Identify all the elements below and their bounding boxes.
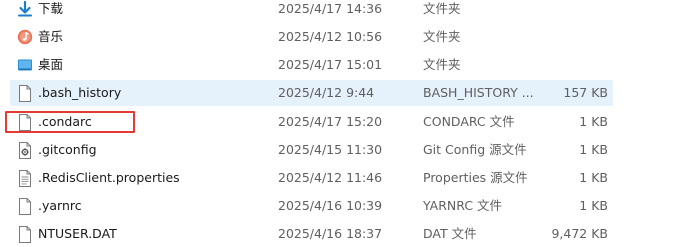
file-date: 2025/4/15 11:30	[278, 142, 383, 157]
file-date: 2025/4/12 9:44	[278, 85, 375, 100]
file-type: CONDARC 文件	[423, 114, 515, 129]
file-date: 2025/4/17 15:01	[278, 57, 383, 72]
file-size: 1 KB	[579, 142, 608, 157]
file-name: .gitconfig	[38, 142, 97, 157]
list-item-ntuser-dat[interactable]: NTUSER.DAT 2025/4/16 18:37 DAT 文件 9,472 …	[10, 221, 613, 247]
file-type: 文件夹	[423, 29, 461, 44]
file-date: 2025/4/17 15:20	[278, 114, 383, 129]
file-type: YARNRC 文件	[423, 198, 503, 213]
file-name: 下载	[38, 1, 64, 16]
list-item-condarc[interactable]: .condarc 2025/4/17 15:20 CONDARC 文件 1 KB	[10, 109, 613, 135]
file-size: 1 KB	[579, 170, 608, 185]
gear-file-icon	[16, 137, 34, 163]
file-name: NTUSER.DAT	[38, 226, 117, 241]
list-item-music[interactable]: 音乐 2025/4/12 10:56 文件夹	[10, 24, 613, 50]
file-icon	[16, 221, 34, 247]
file-size: 1 KB	[579, 198, 608, 213]
file-size: 157 KB	[563, 85, 608, 100]
file-date: 2025/4/12 11:46	[278, 170, 383, 185]
list-item-yarnrc[interactable]: .yarnrc 2025/4/16 10:39 YARNRC 文件 1 KB	[10, 193, 613, 219]
file-type: Git Config 源文件	[423, 142, 527, 157]
file-size: 9,472 KB	[551, 226, 608, 241]
file-size	[543, 0, 608, 22]
file-date: 2025/4/12 10:56	[278, 29, 383, 44]
desktop-folder-icon	[16, 52, 34, 78]
file-size	[543, 24, 608, 50]
list-item-gitconfig[interactable]: .gitconfig 2025/4/15 11:30 Git Config 源文…	[10, 137, 613, 163]
file-icon	[16, 109, 34, 135]
file-date: 2025/4/16 10:39	[278, 198, 383, 213]
file-type: Properties 源文件	[423, 170, 528, 185]
file-list: 下载 2025/4/17 14:36 文件夹 音乐 2025/4/12 10:5…	[0, 0, 687, 246]
file-icon	[16, 193, 34, 219]
file-type: 文件夹	[423, 57, 461, 72]
file-icon	[16, 80, 34, 106]
file-name: .bash_history	[38, 85, 122, 100]
list-item-bash-history[interactable]: .bash_history 2025/4/12 9:44 BASH_HISTOR…	[10, 80, 613, 106]
file-name: .yarnrc	[38, 198, 82, 213]
list-item-downloads[interactable]: 下载 2025/4/17 14:36 文件夹	[10, 0, 613, 22]
music-folder-icon	[16, 24, 34, 50]
file-size: 1 KB	[579, 114, 608, 129]
file-size	[543, 52, 608, 78]
file-name: .condarc	[38, 114, 92, 129]
file-name: 音乐	[38, 29, 64, 44]
file-type: DAT 文件	[423, 226, 477, 241]
list-item-redisclient-properties[interactable]: .RedisClient.properties 2025/4/12 11:46 …	[10, 165, 613, 191]
file-name: 桌面	[38, 57, 64, 72]
file-date: 2025/4/16 18:37	[278, 226, 383, 241]
text-file-icon	[16, 165, 34, 191]
file-date: 2025/4/17 14:36	[278, 1, 383, 16]
file-type: 文件夹	[423, 1, 461, 16]
download-folder-icon	[16, 0, 34, 22]
list-item-desktop[interactable]: 桌面 2025/4/17 15:01 文件夹	[10, 52, 613, 78]
file-name: .RedisClient.properties	[38, 170, 180, 185]
file-type: BASH_HISTORY ...	[423, 85, 534, 100]
